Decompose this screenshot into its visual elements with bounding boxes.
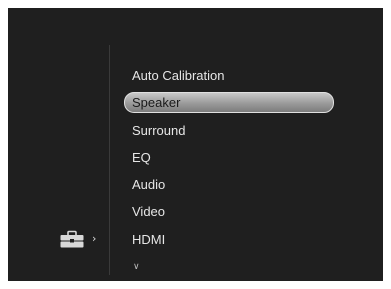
menu-item-surround[interactable]: Surround: [124, 117, 336, 144]
menu-item-label: Speaker: [132, 95, 181, 111]
menu-item-audio[interactable]: Audio: [124, 171, 336, 198]
menu-item-label: Surround: [132, 122, 186, 138]
chevron-down-icon[interactable]: ∨: [133, 262, 140, 272]
setup-menu-screen: › Auto Calibration Speaker Surround EQ A…: [8, 8, 383, 281]
menu-item-video[interactable]: Video: [124, 198, 336, 225]
menu-item-auto-calibration[interactable]: Auto Calibration: [124, 62, 336, 89]
toolbox-icon: [60, 230, 84, 248]
menu-item-label: Video: [132, 204, 166, 220]
menu-item-eq[interactable]: EQ: [124, 144, 336, 171]
menu-item-label: EQ: [132, 149, 151, 165]
menu-item-label: HDMI: [132, 231, 166, 247]
chevron-right-icon: ›: [92, 232, 97, 245]
menu-divider: [109, 45, 110, 275]
menu-item-label: Auto Calibration: [132, 68, 225, 83]
menu-item-speaker[interactable]: Speaker: [124, 89, 336, 116]
menu-item-hdmi[interactable]: HDMI: [124, 226, 336, 253]
menu-item-label: Audio: [132, 177, 166, 193]
category-settings[interactable]: ›: [59, 230, 105, 248]
settings-menu-list: Auto Calibration Speaker Surround EQ Aud…: [124, 62, 336, 253]
